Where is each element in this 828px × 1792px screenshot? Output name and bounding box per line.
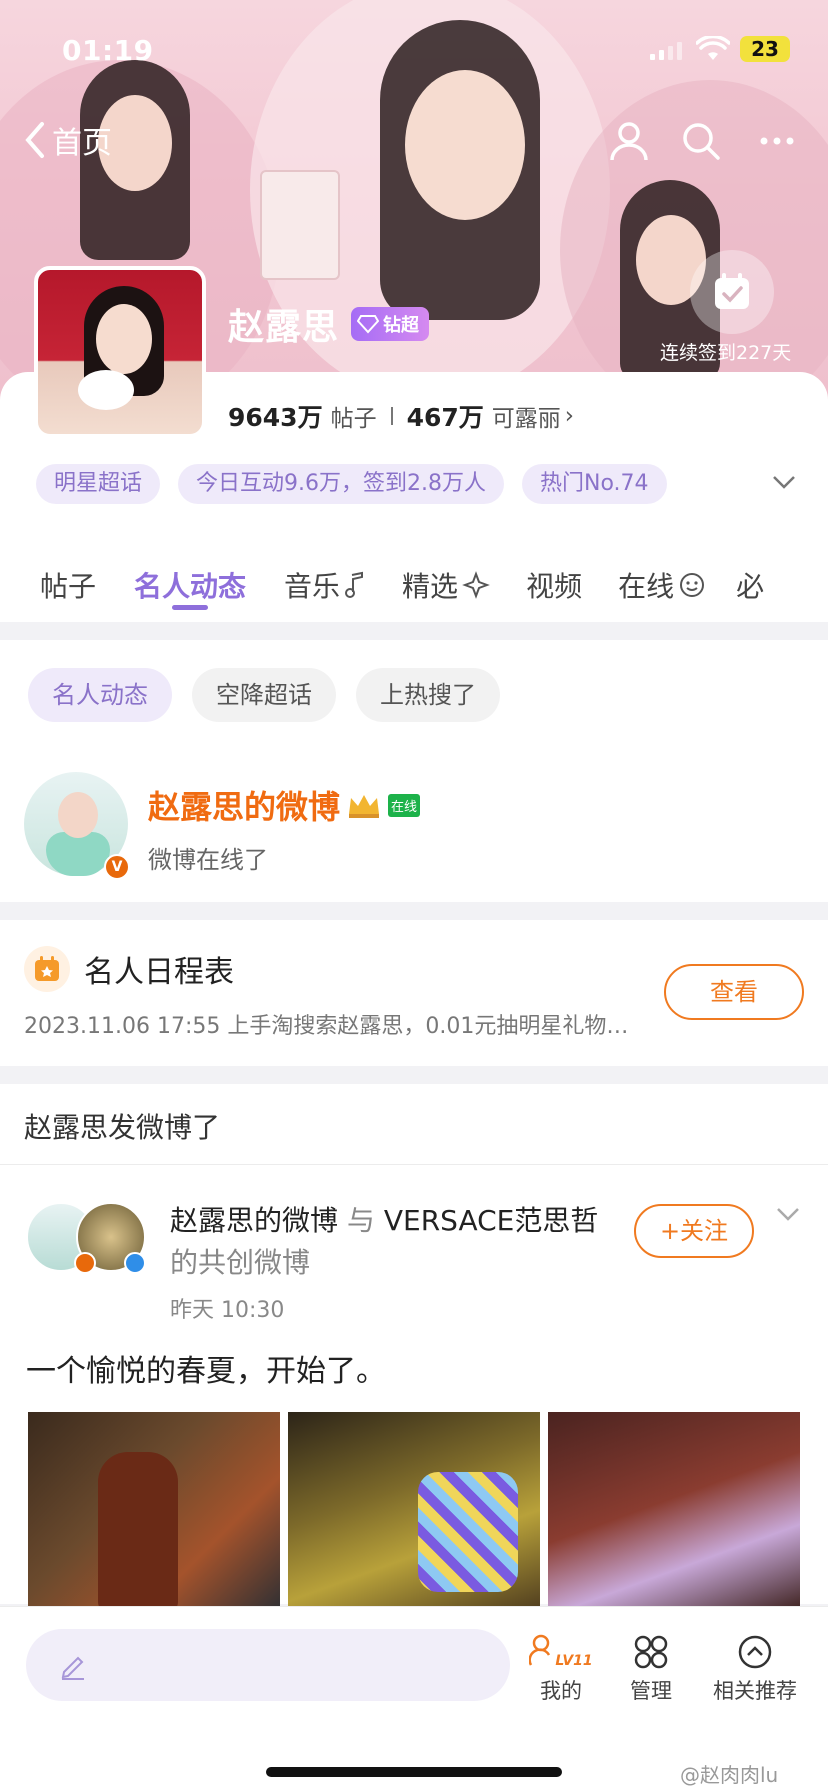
top-nav: 首页 — [0, 112, 828, 172]
feed-card: 赵露思发微博了 赵露思的微博 与 VERSACE范思哲的共创微博 昨天 10:3… — [0, 1084, 828, 1612]
sparkle-icon — [462, 571, 490, 599]
diamond-icon — [357, 315, 380, 334]
checkin-button[interactable] — [690, 250, 774, 334]
search-icon[interactable] — [676, 116, 726, 166]
online-badge: 在线 — [388, 793, 421, 817]
post-photo[interactable] — [548, 1412, 800, 1612]
verified-icon — [74, 1252, 96, 1274]
calendar-icon — [24, 946, 70, 992]
topic-name: 赵露思 — [228, 307, 340, 348]
photo-grid — [28, 1412, 800, 1612]
home-indicator — [266, 1767, 562, 1777]
tab-celebrity-updates[interactable]: 名人动态 — [134, 534, 246, 614]
checkin-streak: 连续签到227天 — [660, 342, 792, 364]
schedule-desc: 2023.11.06 17:55 上手淘搜索赵露思，0.01元抽明星礼物，更多惊… — [24, 1014, 644, 1039]
verified-icon — [124, 1252, 146, 1274]
pencil-icon — [61, 1656, 84, 1680]
post-photo[interactable] — [288, 1412, 540, 1612]
divider — [0, 1164, 828, 1165]
level-badge: LV11 — [555, 1653, 593, 1669]
back-button[interactable]: 首页 — [22, 118, 112, 162]
fans-count[interactable]: 467万 — [407, 398, 484, 434]
tab-video[interactable]: 视频 — [526, 534, 582, 614]
profile-icon[interactable] — [604, 116, 654, 166]
manage-button[interactable]: 管理 — [606, 1633, 696, 1705]
chevron-up-circle-icon — [738, 1635, 772, 1669]
compose-input[interactable] — [26, 1629, 510, 1701]
tab-online[interactable]: 在线 — [618, 534, 706, 614]
avatar[interactable]: V — [24, 772, 130, 880]
topic-avatar[interactable] — [34, 266, 206, 438]
live-item[interactable]: V 赵露思的微博 在线 微博在线了 — [24, 772, 421, 880]
follow-button[interactable]: +关注 — [634, 1204, 754, 1258]
back-label: 首页 — [52, 126, 112, 161]
bottom-bar: LV11 我的 管理 相关推荐 @赵肉肉lu — [0, 1606, 828, 1792]
celebrity-updates-card: 名人动态 空降超话 上热搜了 V 赵露思的微博 在线 微博在线了 — [0, 640, 828, 902]
chip-activity[interactable]: 今日互动9.6万，签到2.8万人 — [178, 464, 504, 504]
verified-icon: V — [104, 854, 130, 880]
stats-row: 9643万 帖子 467万 可露丽 › — [228, 398, 574, 434]
chevron-down-icon[interactable] — [774, 1204, 802, 1224]
status-time: 01:19 — [62, 34, 154, 67]
more-icon[interactable] — [752, 116, 802, 166]
tab-bar: 帖子 名人动态 音乐 精选 视频 在线 必 — [0, 534, 828, 614]
chip-category[interactable]: 明星超话 — [36, 464, 161, 504]
tab-music[interactable]: 音乐 — [284, 534, 366, 614]
chevron-left-icon — [25, 122, 44, 158]
post-photo[interactable] — [28, 1412, 280, 1612]
posts-label: 帖子 — [330, 406, 377, 432]
grid-icon — [634, 1635, 668, 1669]
battery-indicator: 23 — [740, 36, 790, 62]
post-author[interactable]: 赵露思的微博 与 VERSACE范思哲的共创微博 — [170, 1200, 610, 1284]
tab-featured[interactable]: 精选 — [402, 534, 490, 614]
chips-row: 明星超话 今日互动9.6万，签到2.8万人 热门No.74 — [36, 464, 667, 504]
tab-more[interactable]: 必 — [736, 534, 764, 614]
signal-icon — [650, 42, 682, 60]
posts-count: 9643万 — [228, 403, 323, 432]
live-subtitle: 微博在线了 — [148, 846, 268, 874]
wifi-icon — [696, 36, 730, 60]
me-button[interactable]: LV11 我的 — [516, 1633, 606, 1705]
music-note-icon — [345, 571, 364, 598]
diamond-badge[interactable]: 钻超 — [351, 307, 430, 341]
chevron-right-icon: › — [564, 403, 574, 429]
smile-icon — [680, 573, 705, 597]
watermark: @赵肉肉lu — [680, 1763, 779, 1787]
schedule-card: 名人日程表 2023.11.06 17:55 上手淘搜索赵露思，0.01元抽明星… — [0, 920, 828, 1066]
name-row: 赵露思 钻超 — [228, 298, 430, 350]
post-time: 昨天 10:30 — [170, 1298, 285, 1323]
chip-rank[interactable]: 热门No.74 — [522, 464, 667, 504]
section-title: 赵露思发微博了 — [24, 1111, 221, 1144]
subtab-row: 名人动态 空降超话 上热搜了 — [28, 668, 500, 722]
subtab-celebrity-updates[interactable]: 名人动态 — [28, 668, 172, 722]
schedule-title: 名人日程表 — [84, 955, 234, 990]
fans-label[interactable]: 可露丽 — [492, 399, 561, 433]
view-button[interactable]: 查看 — [664, 964, 804, 1020]
calendar-check-icon — [715, 273, 749, 309]
live-account-name[interactable]: 赵露思的微博 — [148, 782, 340, 828]
post-text: 一个愉悦的春夏，开始了。 — [26, 1354, 386, 1389]
chevron-down-icon[interactable] — [770, 472, 798, 492]
subtab-drop-in[interactable]: 空降超话 — [192, 668, 336, 722]
status-bar: 01:19 23 — [0, 30, 828, 70]
recommend-button[interactable]: 相关推荐 — [700, 1633, 810, 1705]
crown-icon — [349, 795, 380, 818]
tab-posts[interactable]: 帖子 — [40, 534, 96, 614]
subtab-trending[interactable]: 上热搜了 — [356, 668, 500, 722]
co-author-avatars[interactable] — [26, 1202, 146, 1276]
